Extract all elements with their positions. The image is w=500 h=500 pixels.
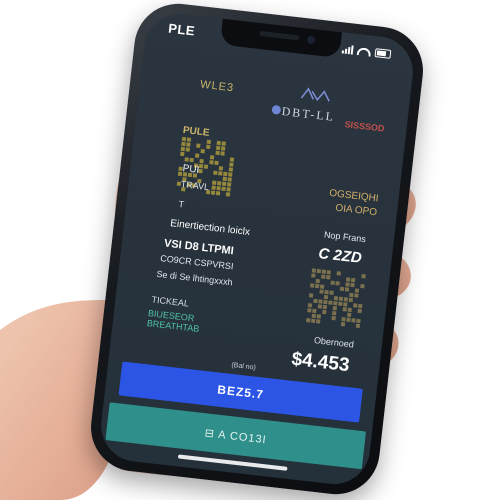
- destination-text: Einertiection loiclx: [169, 218, 251, 239]
- header-badge: SISSSOD: [344, 119, 386, 134]
- brand-logo-icon: [300, 87, 330, 102]
- photo-scene: PLE WLE3 DBT-LL SISSSOD PULE PUI TRAVL T: [0, 0, 500, 500]
- origin-line-2: OIA OPO: [334, 202, 378, 219]
- seat-info: Se di Se lhtingxxxh: [155, 268, 234, 288]
- qr-code-icon: [306, 268, 366, 329]
- total-label: Obernoed: [313, 335, 355, 350]
- passenger-label: PUI: [182, 163, 200, 176]
- smartphone: PLE WLE3 DBT-LL SISSSOD PULE PUI TRAVL T: [86, 0, 428, 499]
- ticket-label: TICKEAL: [151, 294, 190, 309]
- wifi-icon: [356, 46, 372, 57]
- signal-icon: [341, 44, 354, 55]
- travel-mark: T: [178, 198, 185, 210]
- brand-dot-icon: [271, 104, 282, 115]
- small-caption: (Bal no): [231, 361, 257, 372]
- brand-name: DBT-LL: [280, 103, 336, 124]
- notch: [219, 18, 343, 59]
- battery-icon: [374, 48, 392, 59]
- camera-icon: [306, 35, 316, 45]
- price-label: Nop Frans: [323, 229, 367, 245]
- price-small: C 2ZD: [317, 245, 363, 267]
- speaker: [259, 30, 300, 41]
- total-price: $4.453: [290, 348, 351, 377]
- status-icons: [341, 44, 392, 59]
- header-left-label: WLE3: [199, 78, 235, 95]
- status-carrier: PLE: [167, 20, 196, 39]
- phone-screen: PLE WLE3 DBT-LL SISSSOD PULE PUI TRAVL T: [97, 10, 417, 488]
